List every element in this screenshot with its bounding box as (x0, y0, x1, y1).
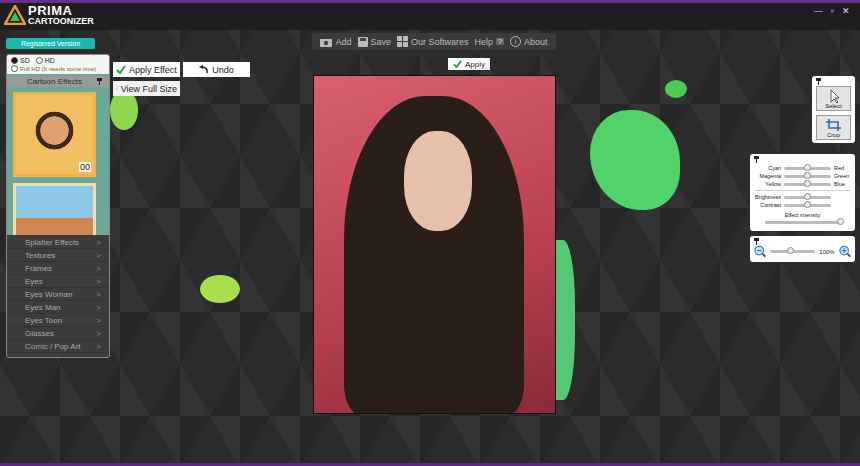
adjustment-row: Brightness (755, 193, 850, 201)
apply-button[interactable]: Apply (448, 58, 490, 70)
category-item[interactable]: Eyes Woman> (7, 288, 109, 301)
left-column: Registered Version SD HDFull HD (It needs … (6, 30, 110, 463)
workspace: Registered Version SD HDFull HD (It needs … (0, 30, 860, 463)
quality-radio[interactable]: SD (11, 57, 30, 64)
category-item[interactable]: Splatter Effects> (7, 236, 109, 249)
toolbar-button[interactable]: Save (358, 37, 392, 47)
zoom-out-icon[interactable] (754, 245, 766, 258)
toolbar-button[interactable]: iAbout (510, 36, 548, 47)
window-control-button[interactable]: ✕ (842, 6, 850, 16)
category-item[interactable]: Eyes Toon> (7, 314, 109, 327)
category-item[interactable]: Comic / Pop Art> (7, 340, 109, 353)
pin-icon[interactable] (753, 238, 760, 245)
magnifier-icon (116, 84, 118, 94)
radio-dot[interactable] (11, 57, 18, 64)
cursor-icon (825, 89, 843, 103)
pin-icon[interactable] (815, 78, 822, 85)
category-list: Splatter Effects>Textures>Frames>Eyes>Ey… (7, 235, 109, 357)
check-icon (116, 65, 126, 74)
zoom-panel: 100% (750, 236, 855, 262)
intensity-label: Effect intensity (755, 212, 850, 218)
slider[interactable] (784, 196, 831, 199)
adjustment-row: Contrast (755, 201, 850, 209)
help-icon: ? (496, 38, 504, 45)
zoom-reading: 100% (819, 249, 834, 255)
color-adjust-panel: CyanRedMagentaGreenYellowBlue BrightnessC… (750, 154, 855, 231)
slider[interactable] (784, 167, 831, 170)
undo-arrow-icon (199, 65, 209, 74)
splatter-decoration (590, 110, 680, 210)
zoom-slider[interactable] (770, 250, 815, 253)
splatter-decoration (110, 90, 138, 130)
cartoon-effects-header[interactable]: Cartoon Effects (7, 76, 109, 87)
tool-button[interactable]: Select (816, 86, 851, 111)
window-control-button[interactable]: — (814, 6, 823, 16)
effect-thumbnail[interactable]: 00 (13, 92, 96, 177)
pin-icon[interactable] (96, 78, 103, 85)
undo-button[interactable]: Undo (183, 62, 250, 77)
triangle-logo-icon (4, 5, 26, 25)
camera-icon (320, 37, 332, 47)
title-bar: PRIMACARTOONIZER — ▫ ✕ (0, 0, 860, 30)
slider[interactable] (784, 183, 831, 186)
pin-icon[interactable] (753, 156, 760, 163)
toolbar: Add Save Our Softwares Help? iAbout (312, 33, 555, 50)
color-balance-row: MagentaGreen (755, 172, 850, 180)
effects-thumbnails: 00 (7, 87, 109, 235)
color-balance-row: CyanRed (755, 164, 850, 172)
toolbar-button[interactable]: Our Softwares (397, 36, 469, 47)
quality-radio[interactable]: HD (36, 57, 55, 64)
slider[interactable] (784, 204, 831, 207)
color-balance-row: YellowBlue (755, 180, 850, 188)
radio-dot[interactable] (36, 57, 43, 64)
right-column: Select Crop CyanRedMagentaGreenYellowBlue B… (750, 30, 855, 463)
category-item[interactable]: Eyes Man> (7, 301, 109, 314)
tool-button[interactable]: Crop (816, 115, 851, 140)
apps-grid-icon (397, 36, 408, 47)
window-control-button[interactable]: ▫ (831, 6, 834, 16)
slider[interactable] (784, 175, 831, 178)
splatter-decoration (665, 80, 687, 98)
category-item[interactable]: Eyes> (7, 275, 109, 288)
zoom-in-icon[interactable] (839, 245, 851, 258)
logo-subtitle: CARTOONIZER (28, 17, 94, 26)
view-full-size-button[interactable]: View Full Size (113, 81, 180, 96)
toolbar-button[interactable]: Add (320, 37, 351, 47)
category-item[interactable]: Frames> (7, 262, 109, 275)
effect-thumbnail[interactable] (13, 183, 96, 235)
radio-dot[interactable] (11, 65, 18, 72)
crop-icon (825, 118, 843, 132)
app-window: PRIMACARTOONIZER — ▫ ✕ Registered Version SD H… (0, 0, 860, 466)
logo: PRIMACARTOONIZER (0, 3, 98, 27)
info-icon: i (510, 36, 521, 47)
category-item[interactable]: Glasses> (7, 327, 109, 340)
intensity-slider[interactable] (765, 221, 840, 224)
quality-radio[interactable]: Full HD (It needs some time) (11, 65, 105, 72)
action-column: Apply EffectUndoView Full Size (110, 30, 253, 463)
center-column: Add Save Our Softwares Help? iAbout Apply (253, 30, 615, 463)
effects-panel: SD HDFull HD (It needs some time) Cartoon … (6, 54, 110, 358)
category-item[interactable]: Textures> (7, 249, 109, 262)
window-controls: — ▫ ✕ (814, 3, 860, 16)
thumbnail-badge: 00 (79, 162, 91, 172)
registered-button[interactable]: Registered Version (6, 38, 95, 49)
tool-panel: Select Crop (812, 76, 855, 143)
photo-preview[interactable] (313, 75, 556, 414)
quality-options: SD HDFull HD (It needs some time) (7, 55, 109, 74)
check-icon (453, 60, 462, 68)
splatter-decoration (200, 275, 240, 303)
floppy-icon (358, 37, 368, 47)
apply-effect-button[interactable]: Apply Effect (113, 62, 180, 77)
logo-title: PRIMA (28, 4, 94, 17)
toolbar-button[interactable]: Help? (475, 37, 504, 47)
